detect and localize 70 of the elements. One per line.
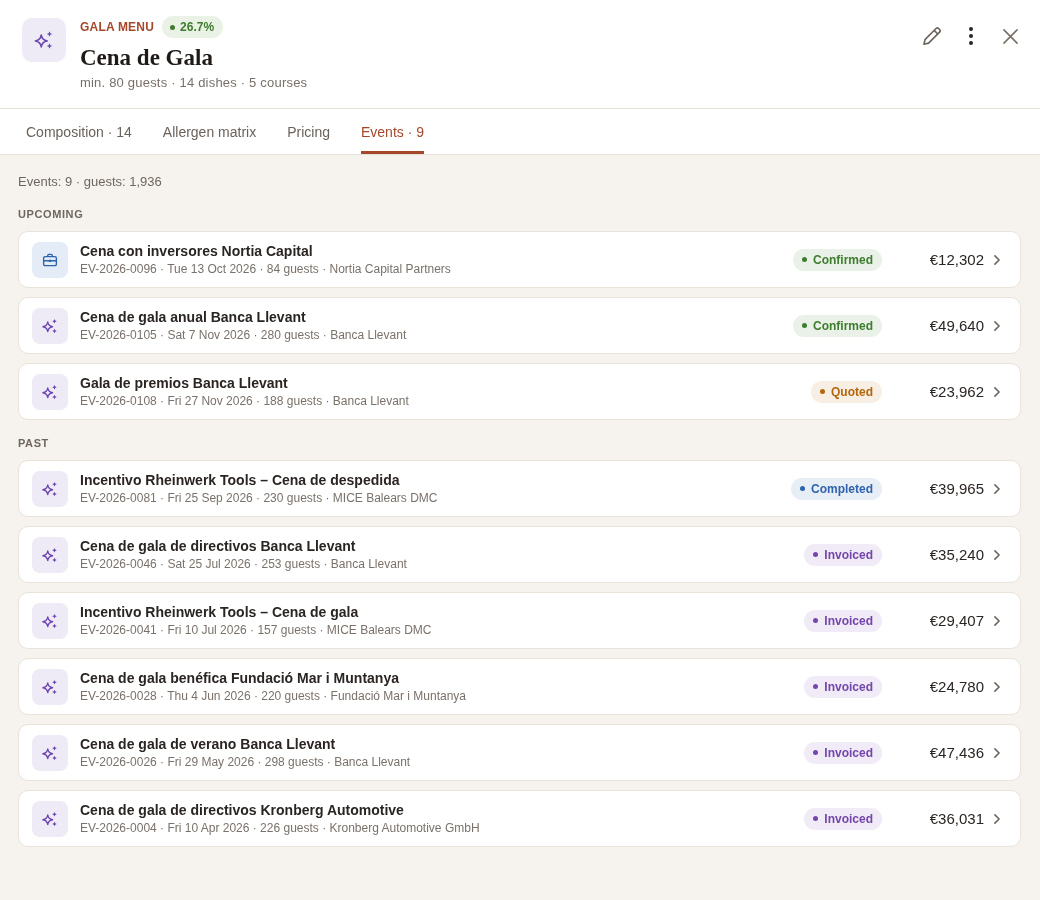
chevron-right-icon (994, 320, 1000, 331)
status-label: Confirmed (813, 252, 873, 267)
event-price: €35,240 (928, 546, 984, 563)
event-title: Cena con inversores Nortia Capital (80, 242, 314, 260)
tab[interactable]: Composition · 14 (26, 109, 132, 154)
tab[interactable]: Allergen matrix (162, 109, 257, 154)
status-label: Completed (811, 481, 873, 496)
event-details: EV-2026-0028 · Thu 4 Jun 2026 · 220 guests · Fundació Mar i Muntanya (80, 688, 467, 704)
status-label: Invoiced (824, 679, 873, 694)
status-label: Invoiced (824, 547, 873, 562)
menu-title: Cena de Gala (80, 44, 214, 72)
event-details: EV-2026-0046 · Sat 25 Jul 2026 · 253 guests · Banca Llevant (80, 556, 408, 572)
event-card[interactable]: Incentivo Rheinwerk Tools – Cena de despedida EV-2026-0081 · Fri 25 Sep 2026 · 230 guests · MICE Balears DMC Completed €39,965 (18, 460, 1021, 517)
chevron-right-icon (994, 747, 1000, 758)
pencil-icon (923, 27, 941, 45)
status-label: Invoiced (824, 613, 873, 628)
event-details: EV-2026-0026 · Fri 29 May 2026 · 298 guests · Banca Llevant (80, 754, 412, 770)
margin-value: 26.7% (180, 20, 215, 34)
event-title: Gala de premios Banca Llevant (80, 374, 289, 392)
tab[interactable]: Events · 9 (361, 109, 425, 154)
event-card[interactable]: Incentivo Rheinwerk Tools – Cena de gala EV-2026-0041 · Fri 10 Jul 2026 · 157 guests · MICE Balears DMC Invoiced €29,407 (18, 592, 1021, 649)
event-card[interactable]: Cena con inversores Nortia Capital EV-2026-0096 · Tue 13 Oct 2026 · 84 guests · Nortia Capital Partners Confirmed €12,302 (18, 231, 1021, 288)
event-card[interactable]: Cena de gala benéfica Fundació Mar i Muntanya EV-2026-0028 · Thu 4 Jun 2026 · 220 guests · Fundació Mar i Muntanya Invoiced €24,780 (18, 658, 1021, 715)
event-price: €23,962 (928, 383, 984, 400)
event-title: Cena de gala de directivos Kronberg Automotive (80, 801, 405, 819)
event-card[interactable]: Cena de gala anual Banca Llevant EV-2026-0105 · Sat 7 Nov 2026 · 280 guests · Banca Llevant Confirmed €49,640 (18, 297, 1021, 354)
event-title: Cena de gala anual Banca Llevant (80, 308, 307, 326)
event-price: €36,031 (928, 810, 984, 827)
event-title: Cena de gala de verano Banca Llevant (80, 735, 337, 753)
chevron-right-icon (994, 483, 1000, 494)
menu-type-label: GALA MENU (80, 20, 155, 34)
status-label: Quoted (831, 384, 873, 399)
event-card[interactable]: Cena de gala de verano Banca Llevant EV-2026-0026 · Fri 29 May 2026 · 298 guests · Banca Llevant Invoiced €47,436 (18, 724, 1021, 781)
event-details: EV-2026-0081 · Fri 25 Sep 2026 · 230 guests · MICE Balears DMC (80, 490, 439, 506)
event-title: Cena de gala benéfica Fundació Mar i Muntanya (80, 669, 400, 687)
event-card[interactable]: Cena de gala de directivos Kronberg Automotive EV-2026-0004 · Fri 10 Apr 2026 · 226 guests · Kronberg Automotive GmbH Invoiced €36,031 (18, 790, 1021, 847)
event-details: EV-2026-0004 · Fri 10 Apr 2026 · 226 guests · Kronberg Automotive GmbH (80, 820, 481, 836)
event-price: €49,640 (928, 317, 984, 334)
event-price: €12,302 (928, 251, 984, 268)
status-label: Confirmed (813, 318, 873, 333)
event-details: EV-2026-0105 · Sat 7 Nov 2026 · 280 guests · Banca Llevant (80, 327, 408, 343)
event-details: EV-2026-0096 · Tue 13 Oct 2026 · 84 guests · Nortia Capital Partners (80, 261, 452, 277)
close-icon (1002, 28, 1018, 44)
event-price: €29,407 (928, 612, 984, 629)
status-label: Invoiced (824, 745, 873, 760)
tab[interactable]: Pricing (287, 109, 330, 154)
more-icon (969, 27, 973, 45)
events-summary: Events: 9 · guests: 1,936 (18, 173, 163, 191)
chevron-right-icon (994, 813, 1000, 824)
event-details: EV-2026-0041 · Fri 10 Jul 2026 · 157 guests · MICE Balears DMC (80, 622, 433, 638)
chevron-right-icon (994, 549, 1000, 560)
section-heading: PAST (18, 436, 50, 451)
status-label: Invoiced (824, 811, 873, 826)
status-dot-icon (170, 24, 176, 30)
menu-summary: min. 80 guests · 14 dishes · 5 courses (80, 74, 309, 92)
event-card[interactable]: Gala de premios Banca Llevant EV-2026-0108 · Fri 27 Nov 2026 · 188 guests · Banca Llevant Quoted €23,962 (18, 363, 1021, 420)
event-details: EV-2026-0108 · Fri 27 Nov 2026 · 188 guests · Banca Llevant (80, 393, 410, 409)
event-price: €24,780 (928, 678, 984, 695)
event-price: €39,965 (928, 480, 984, 497)
chevron-right-icon (994, 615, 1000, 626)
event-title: Incentivo Rheinwerk Tools – Cena de despedida (80, 471, 401, 489)
chevron-right-icon (994, 386, 1000, 397)
section-heading: UPCOMING (18, 207, 85, 222)
chevron-right-icon (994, 681, 1000, 692)
sparkles-icon (22, 18, 66, 62)
event-card[interactable]: Cena de gala de directivos Banca Llevant EV-2026-0046 · Sat 25 Jul 2026 · 253 guests · Banca Llevant Invoiced €35,240 (18, 526, 1021, 583)
event-price: €47,436 (928, 744, 984, 761)
chevron-right-icon (994, 254, 1000, 265)
event-title: Cena de gala de directivos Banca Llevant (80, 537, 357, 555)
event-title: Incentivo Rheinwerk Tools – Cena de gala (80, 603, 360, 621)
